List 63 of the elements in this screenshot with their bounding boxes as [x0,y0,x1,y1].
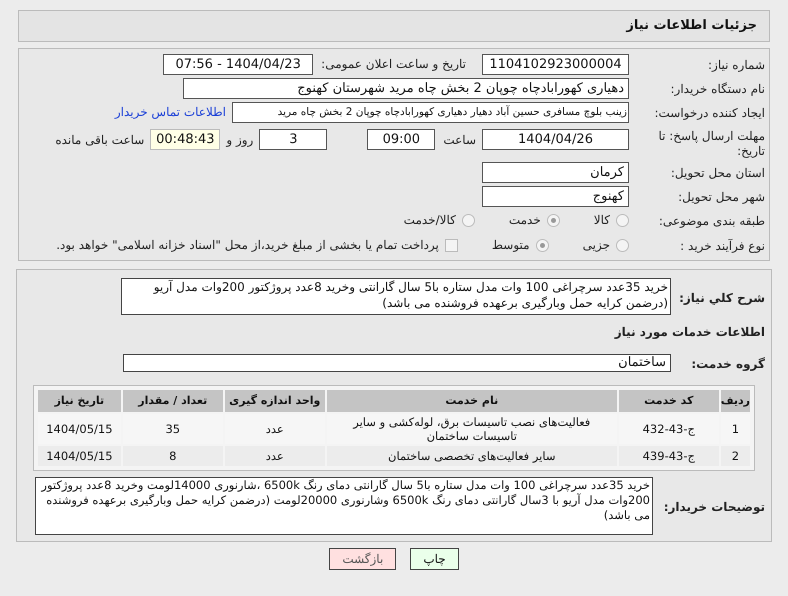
field-label: ساعت [443,132,476,148]
table-cell-text: سایر فعالیت‌های تخصصی ساختمان [387,448,557,465]
radio-button[interactable] [546,214,560,226]
column-header: واحد اندازه گیری [224,390,325,412]
radio-button[interactable] [616,238,629,252]
field-label: شماره نیاز: [708,58,765,72]
column-header: نام خدمت [326,390,617,412]
column-header: تاریخ نیاز [38,390,121,412]
field-label: کالا/خدمت [404,212,456,229]
text-field[interactable]: دهیاری کهورابادچاه چوپان 2 بخش چاه مرید شهرستان کهنوج [183,78,629,98]
table-cell-text: فعالیت‌های نصب تاسیسات برق، لوله‌کشی و سایر تاسیسات ساختمان [352,414,592,444]
field-label: کالا [594,212,610,229]
text-field[interactable]: 3 [259,129,328,150]
field-label: گروه خدمت: [691,357,765,371]
field-label: نوع فرآیند خرید : [680,239,765,253]
table-cell-text: 2 [730,448,740,465]
table-cell-text: عدد [264,421,285,438]
field-label: توضیحات خریدار: [664,500,765,514]
radio-button[interactable] [616,214,629,226]
table-cell-text: عدد [264,448,285,465]
table-cell-text: 1404/05/15 [45,448,114,465]
field-label: متوسط [492,237,530,254]
field-label: ساعت باقی مانده [55,132,144,148]
column-header: تعداد / مقدار [122,390,223,412]
text-field[interactable]: 1404/04/23 - 07:56 [163,54,314,74]
field-label: روز و [226,132,254,148]
text-field[interactable]: ساختمان [123,354,671,372]
table-cell-text: 8 [168,448,178,465]
summary-textarea[interactable]: خرید 35عدد سرچراغی 100 وات مدل ستاره با5 سال گارانتی وخرید 8عدد پروژکتور 200وات مدل آریو (درضمن کرایه حمل وبارگیری برعهده فروشنده می باشد) [121,278,671,315]
buyer-contact-link[interactable]: اطلاعات تماس خریدار [114,103,226,121]
back-button[interactable]: بازگشت [329,548,396,570]
column-header: ردیف [720,390,750,412]
buyer-notes-textarea[interactable]: خرید 35عدد سرچراغی 100 وات مدل ستاره با5 سال گارانتی دمای رنگ 6500k ،شارنوری 14000لومت وخرید 8عدد پروژکتور 200وات مدل آریو با 3سال گارانتی دمای رنگ 6500k وشارنوری 20000لومت (درضمن کرایه حمل وبارگیری برعهده فروشنده می باشد) [35,477,653,535]
column-header: کد خدمت [618,390,719,412]
field-label: پرداخت تمام یا بخشی از مبلغ خرید،از محل "اسناد خزانه اسلامی" خواهد بود. [56,237,439,254]
field-label: نام دستگاه خریدار: [670,82,765,96]
field-label: تاریخ و ساعت اعلان عمومی: [321,56,466,73]
field-label: خدمت [508,212,541,229]
table-cell-text: ج-43-432 [642,421,696,438]
field-label: جزیی [582,237,610,254]
field-label: اطلاعات خدمات مورد نیاز [614,325,765,339]
text-field[interactable]: کهنوج [482,186,629,206]
radio-button[interactable] [536,238,549,252]
field-label: شرح کلي نياز: [679,290,765,304]
radio-button[interactable] [462,214,475,226]
field-label: مهلت ارسال پاسخ: تا تاریخ: [657,129,765,159]
print-button[interactable]: چاپ [410,548,459,570]
checkbox[interactable] [444,238,458,252]
field-label: شهر محل تحویل: [678,190,765,204]
text-field[interactable]: 1104102923000004 [482,54,629,74]
field-label: ایجاد کننده درخواست: [654,106,765,120]
table-cell-text: 1404/05/15 [45,421,114,438]
countdown-field[interactable]: 00:48:43 [150,129,220,150]
field-label: استان محل تحویل: [670,166,765,180]
text-field[interactable]: کرمان [482,162,629,182]
table-cell-text: 35 [164,421,182,438]
text-field[interactable]: زینب بلوچ مسافری حسین آباد دهیار دهیاری کهورابادچاه چوپان 2 بخش چاه مرید [232,102,629,122]
table-cell-text: 1 [730,421,740,438]
field-label: طبقه بندی موضوعی: [658,214,765,228]
page-title: جزئیات اطلاعات نیاز [626,17,757,36]
text-field[interactable]: 1404/04/26 [482,129,629,150]
text-field[interactable]: 09:00 [367,129,436,150]
table-cell-text: ج-43-439 [642,448,696,465]
